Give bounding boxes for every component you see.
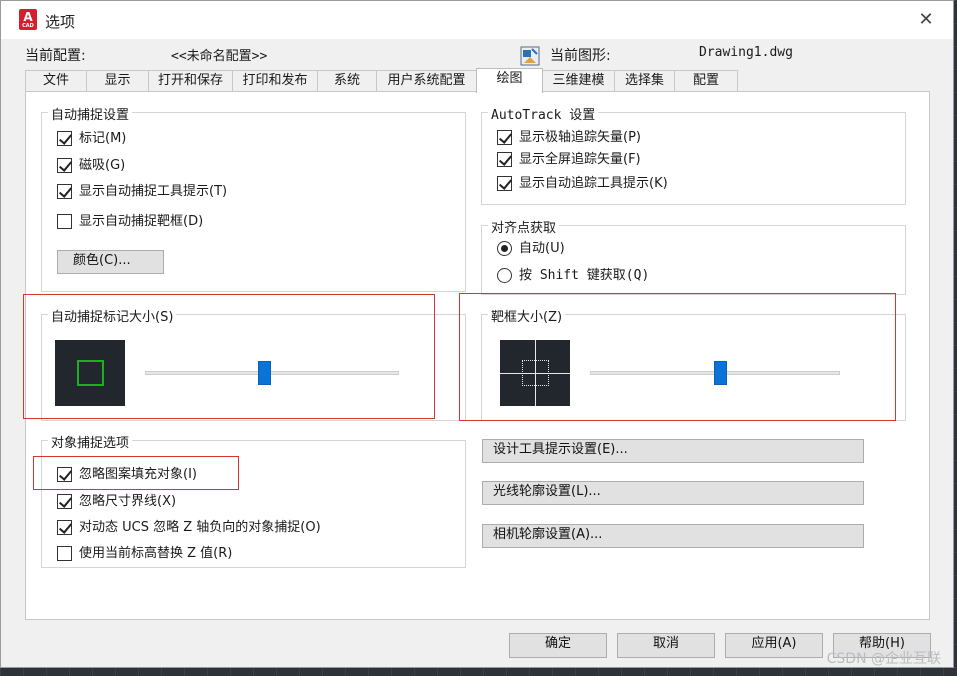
osnap-options-title: 对象捕捉选项 xyxy=(48,432,133,451)
marker-size-preview xyxy=(55,340,125,406)
acquire-auto-radio[interactable] xyxy=(497,241,512,256)
magnet-label: 磁吸(G) xyxy=(79,158,126,173)
autosnap-tooltip-label: 显示自动捕捉工具提示(T) xyxy=(79,184,228,199)
autosnap-settings-group: 自动捕捉设置 标记(M) 磁吸(G) 显示自动捕捉工具提示(T) 显示自动捕捉靶… xyxy=(41,104,466,292)
watermark-text: CSDN @企业互联 xyxy=(826,651,941,667)
close-icon[interactable]: ✕ xyxy=(915,9,937,31)
colors-button[interactable]: 颜色(C)... xyxy=(57,250,164,274)
apply-button[interactable]: 应用(A) xyxy=(725,633,823,658)
replace-z-checkbox xyxy=(57,546,72,561)
aperture-size-group: 靶框大小(Z) xyxy=(481,306,906,421)
ignore-hatch-label: 忽略图案填充对象(I) xyxy=(79,467,197,482)
design-tooltip-settings-button[interactable]: 设计工具提示设置(E)... xyxy=(482,439,864,463)
ignore-hatch-checkbox[interactable] xyxy=(57,467,72,482)
cancel-button[interactable]: 取消 xyxy=(617,633,715,658)
autocad-app-icon: A CAD xyxy=(19,9,37,30)
marker-size-slider-thumb[interactable] xyxy=(258,361,272,385)
autosnap-tooltip-checkbox[interactable] xyxy=(57,184,72,199)
fullscreen-vector-checkbox[interactable] xyxy=(497,152,512,167)
autotrack-settings-group: AutoTrack 设置 显示极轴追踪矢量(P) 显示全屏追踪矢量(F) 显示自… xyxy=(481,104,906,205)
current-drawing-value: Drawing1.dwg xyxy=(699,45,793,60)
ignore-dimension-label: 忽略尺寸界线(X) xyxy=(79,494,177,509)
tab-3d-modeling[interactable]: 三维建模 xyxy=(542,70,615,92)
title-bar: A CAD 选项 ✕ xyxy=(1,1,953,39)
aperture-box xyxy=(522,360,549,386)
tab-files[interactable]: 文件 xyxy=(25,70,87,92)
tab-profiles[interactable]: 配置 xyxy=(674,70,738,92)
tab-plot-publish[interactable]: 打印和发布 xyxy=(232,70,318,92)
tab-selection[interactable]: 选择集 xyxy=(614,70,675,92)
options-dialog: A CAD 选项 ✕ 当前配置: <<未命名配置>> 当前图形: Drawing… xyxy=(0,0,954,668)
current-drawing-label: 当前图形: xyxy=(550,48,611,64)
drawing-file-icon xyxy=(520,46,540,66)
alignment-acquisition-group: 对齐点获取 自动(U) 按 Shift 键获取(Q) xyxy=(481,217,906,295)
polar-vector-checkbox[interactable] xyxy=(497,130,512,145)
marker-checkbox[interactable] xyxy=(57,131,72,146)
app-icon-letter: A xyxy=(23,10,33,24)
acquire-shift-radio[interactable] xyxy=(497,268,512,283)
marker-label: 标记(M) xyxy=(79,131,127,146)
ok-button[interactable]: 确定 xyxy=(509,633,607,658)
aperture-size-title: 靶框大小(Z) xyxy=(488,306,566,325)
ignore-negative-z-checkbox[interactable] xyxy=(57,520,72,535)
profile-row: 当前配置: <<未命名配置>> 当前图形: Drawing1.dwg xyxy=(1,44,953,66)
autotrack-tooltip-checkbox[interactable] xyxy=(497,176,512,191)
acquire-shift-label: 按 Shift 键获取(Q) xyxy=(519,268,650,283)
autosnap-aperture-checkbox[interactable] xyxy=(57,214,72,229)
replace-z-label: 使用当前标高替换 Z 值(R) xyxy=(79,546,233,561)
drafting-panel: 自动捕捉设置 标记(M) 磁吸(G) 显示自动捕捉工具提示(T) 显示自动捕捉靶… xyxy=(25,91,930,620)
fullscreen-vector-label: 显示全屏追踪矢量(F) xyxy=(519,152,641,167)
ignore-dimension-checkbox[interactable] xyxy=(57,494,72,509)
aperture-size-slider-thumb[interactable] xyxy=(714,361,727,385)
ignore-negative-z-label: 对动态 UCS 忽略 Z 轴负向的对象捕捉(O) xyxy=(79,520,321,535)
tab-open-save[interactable]: 打开和保存 xyxy=(148,70,233,92)
autosnap-aperture-label: 显示自动捕捉靶框(D) xyxy=(79,214,204,229)
magnet-checkbox[interactable] xyxy=(57,158,72,173)
osnap-options-group: 对象捕捉选项 忽略图案填充对象(I) 忽略尺寸界线(X) 对动态 UCS 忽略 … xyxy=(41,432,466,568)
acquire-auto-label: 自动(U) xyxy=(519,241,565,256)
aperture-size-preview xyxy=(500,340,570,406)
snap-marker-square xyxy=(77,360,104,386)
app-icon-sublabel: CAD xyxy=(22,23,34,29)
tab-user-preferences[interactable]: 用户系统配置 xyxy=(376,70,477,92)
marker-size-group: 自动捕捉标记大小(S) xyxy=(41,306,466,421)
camera-glyph-settings-button[interactable]: 相机轮廓设置(A)... xyxy=(482,524,864,548)
alignment-acquisition-title: 对齐点获取 xyxy=(488,217,560,236)
current-config-value: <<未命名配置>> xyxy=(171,49,268,64)
marker-size-slider-track[interactable] xyxy=(145,371,399,375)
tab-strip: 文件 显示 打开和保存 打印和发布 系统 用户系统配置 绘图 三维建模 选择集 … xyxy=(25,68,929,93)
window-title: 选项 xyxy=(45,13,76,31)
polar-vector-label: 显示极轴追踪矢量(P) xyxy=(519,130,641,145)
autotrack-settings-title: AutoTrack 设置 xyxy=(488,104,599,123)
tab-display[interactable]: 显示 xyxy=(86,70,149,92)
marker-size-title: 自动捕捉标记大小(S) xyxy=(48,306,177,325)
current-config-label: 当前配置: xyxy=(25,48,86,64)
autotrack-tooltip-label: 显示自动追踪工具提示(K) xyxy=(519,176,668,191)
light-glyph-settings-button[interactable]: 光线轮廓设置(L)... xyxy=(482,481,864,505)
tab-drafting[interactable]: 绘图 xyxy=(476,68,543,93)
autosnap-settings-title: 自动捕捉设置 xyxy=(48,104,133,123)
tab-system[interactable]: 系统 xyxy=(317,70,377,92)
